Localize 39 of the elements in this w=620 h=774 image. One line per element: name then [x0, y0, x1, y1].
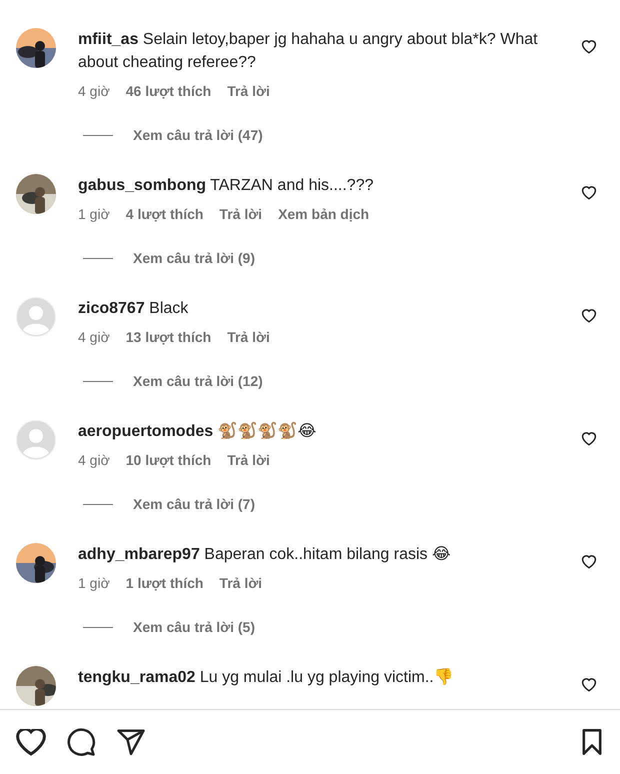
likes-count[interactable]: 46 lượt thích: [126, 83, 212, 99]
likes-count[interactable]: 4 lượt thích: [126, 206, 204, 222]
view-replies-link[interactable]: Xem câu trả lời (9): [133, 250, 255, 266]
comment-time: 4 giờ: [78, 452, 110, 468]
bookmark-icon[interactable]: [580, 728, 604, 756]
view-replies-link[interactable]: Xem câu trả lời (47): [133, 127, 263, 143]
translate-link[interactable]: Xem bản dịch: [278, 206, 370, 222]
view-replies-link[interactable]: Xem câu trả lời (7): [133, 496, 255, 512]
comment-text: zico8767 Black: [78, 299, 190, 319]
reply-link[interactable]: Trả lời: [227, 329, 270, 345]
view-replies-link[interactable]: Xem câu trả lời (12): [133, 373, 263, 389]
like-icon[interactable]: [580, 37, 598, 55]
reply-link[interactable]: Trả lời: [227, 452, 270, 468]
likes-count[interactable]: 13 lượt thích: [126, 329, 212, 345]
like-icon[interactable]: [580, 552, 598, 570]
reply-link[interactable]: Trả lời: [219, 206, 262, 222]
reply-link[interactable]: Trả lời: [227, 83, 270, 99]
avatar-icon: [16, 297, 56, 337]
comment-time: 4 giờ: [78, 83, 110, 99]
likes-count[interactable]: 10 lượt thích: [126, 452, 212, 468]
comment-text: gabus_sombong TARZAN and his....???: [78, 176, 374, 196]
like-icon[interactable]: [580, 306, 598, 324]
view-replies-link[interactable]: Xem câu trả lời (5): [133, 619, 255, 635]
comment-text: aeropuertomodes 🐒🐒🐒🐒😂: [78, 421, 318, 442]
like-icon[interactable]: [580, 675, 598, 693]
like-icon[interactable]: [580, 183, 598, 201]
send-icon[interactable]: [116, 727, 146, 757]
like-icon[interactable]: [16, 728, 46, 756]
comment-text: adhy_mbarep97 Baperan cok..hitam bilang rasis 😂: [78, 545, 452, 565]
comment-text: mfiit_as Selain letoy,baper jg hahaha u angry about bla*k? What about cheating referee??: [78, 30, 539, 73]
likes-count[interactable]: 1 lượt thích: [126, 575, 204, 591]
comment-time: 4 giờ: [78, 329, 110, 345]
like-icon[interactable]: [580, 429, 598, 447]
comment-text: tengku_rama02 Lu yg mulai .lu yg playing victim..👎: [78, 667, 455, 688]
avatar-icon: [16, 420, 56, 460]
reply-link[interactable]: Trả lời: [219, 575, 262, 591]
comment-icon[interactable]: [66, 727, 96, 757]
comment-time: 1 giờ: [78, 206, 110, 222]
comment-time: 1 giờ: [78, 575, 110, 591]
